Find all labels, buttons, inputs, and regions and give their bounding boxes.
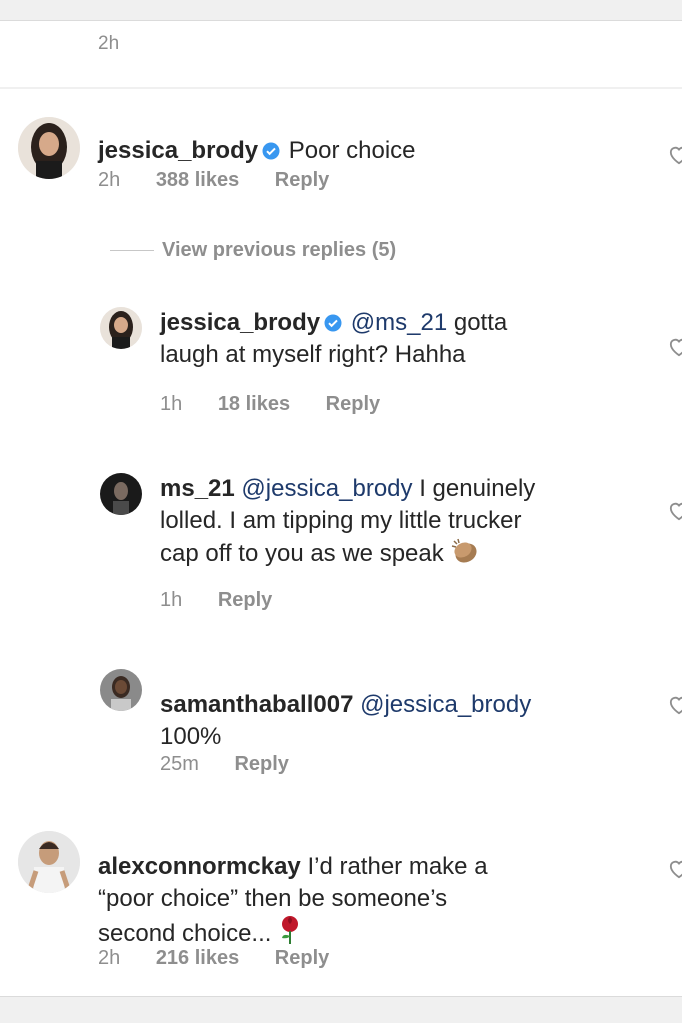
- timestamp: 1h: [160, 393, 183, 415]
- heart-outline-icon[interactable]: [668, 859, 682, 879]
- divider-line: [110, 250, 154, 252]
- avatar[interactable]: [100, 307, 142, 349]
- comment-text: jessica_brody Poor choice: [98, 137, 416, 164]
- mention-link[interactable]: @jessica_brody: [360, 691, 531, 718]
- rose-emoji: [282, 916, 299, 944]
- avatar[interactable]: [100, 669, 142, 711]
- comment-text: alexconnormckay I’d rather make a “poor …: [98, 853, 488, 947]
- reply-button[interactable]: Reply: [234, 753, 288, 775]
- heart-outline-icon[interactable]: [668, 501, 682, 521]
- username[interactable]: ms_21: [160, 475, 235, 502]
- verified-badge-icon: [262, 142, 280, 160]
- divider: [0, 87, 682, 89]
- reply-button[interactable]: Reply: [218, 589, 272, 611]
- heart-outline-icon[interactable]: [668, 337, 682, 357]
- reply-meta: 1h Reply: [160, 589, 302, 612]
- likes-count[interactable]: 216 likes: [156, 947, 239, 969]
- username[interactable]: jessica_brody: [98, 137, 258, 164]
- likes-count[interactable]: 18 likes: [218, 393, 290, 415]
- heart-outline-icon[interactable]: [668, 145, 682, 165]
- reply-button[interactable]: Reply: [275, 169, 329, 191]
- reply-button[interactable]: Reply: [326, 393, 380, 415]
- reply-text: ms_21 @jessica_brody I genuinely lolled.…: [160, 475, 536, 567]
- timestamp: 2h: [98, 169, 121, 191]
- timestamp: 1h: [160, 589, 183, 611]
- view-previous-replies-button[interactable]: View previous replies (5): [110, 239, 396, 262]
- timestamp: 2h: [98, 947, 121, 969]
- comment-meta: 2h 388 likes Reply: [98, 169, 359, 192]
- comments-panel: 2h jessica_brody Poor choice 2h 388 like…: [0, 20, 682, 997]
- reply-text: jessica_brody @ms_21 gotta laugh at myse…: [160, 309, 508, 368]
- verified-badge-icon: [324, 314, 342, 332]
- avatar[interactable]: [100, 473, 142, 515]
- avatar[interactable]: [18, 117, 80, 179]
- reply-button[interactable]: Reply: [275, 947, 329, 969]
- comment-meta: 2h 216 likes Reply: [98, 947, 359, 970]
- mention-link[interactable]: @ms_21: [351, 309, 447, 336]
- reply-meta: 1h 18 likes Reply: [160, 393, 410, 416]
- clapping-hands-emoji: [451, 538, 477, 563]
- username[interactable]: samanthaball007: [160, 691, 353, 718]
- heart-outline-icon[interactable]: [668, 695, 682, 715]
- reply-text: samanthaball007 @jessica_brody 100%: [160, 691, 532, 750]
- username[interactable]: jessica_brody: [160, 309, 320, 336]
- likes-count[interactable]: 388 likes: [156, 169, 239, 191]
- avatar[interactable]: [18, 831, 80, 893]
- username[interactable]: alexconnormckay: [98, 853, 301, 880]
- previous-comment-time: 2h: [98, 33, 120, 54]
- reply-meta: 25m Reply: [160, 753, 319, 776]
- timestamp: 25m: [160, 753, 199, 775]
- mention-link[interactable]: @jessica_brody: [241, 475, 412, 502]
